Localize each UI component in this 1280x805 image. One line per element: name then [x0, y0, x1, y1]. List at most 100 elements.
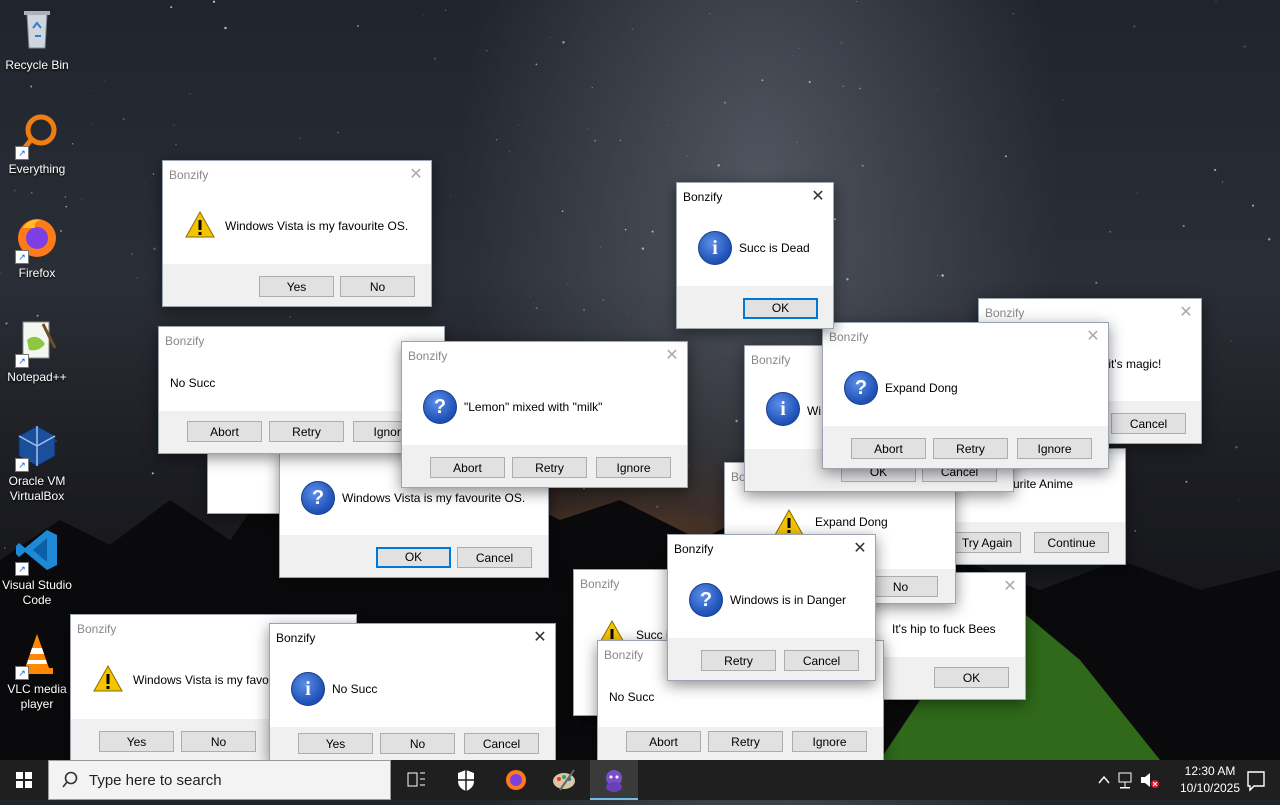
dialog-title: Bonzify [402, 342, 687, 370]
close-icon[interactable]: ✕ [657, 342, 687, 370]
network-icon[interactable] [1116, 760, 1138, 800]
taskbar-security-app[interactable] [442, 760, 490, 800]
volume-muted-icon[interactable] [1138, 760, 1160, 800]
notification-center-button[interactable] [1232, 760, 1280, 800]
shortcut-arrow-icon: ↗ [15, 354, 29, 368]
desktop-icon-everything[interactable]: ↗ Everything [0, 110, 74, 177]
dialog-message: Succ is Dead [739, 241, 810, 255]
try-again-button[interactable]: Try Again [953, 532, 1021, 553]
dialog-windows-danger[interactable]: Bonzify ✕ ? Windows is in Danger Retry C… [667, 534, 876, 681]
yes-button[interactable]: Yes [298, 733, 373, 754]
dialog-footer: Abort Retry Ignore [402, 445, 687, 487]
vlc-cone-icon: ↗ [13, 630, 61, 678]
chevron-up-icon[interactable] [1094, 760, 1114, 800]
dialog-message: Expand Dong [885, 381, 958, 395]
close-icon[interactable]: ✕ [803, 183, 833, 211]
desktop-icon-vlc[interactable]: ↗ VLC media player [0, 630, 74, 712]
dialog-succ-is-dead[interactable]: Bonzify ✕ i Succ is Dead OK [676, 182, 834, 329]
retry-button[interactable]: Retry [708, 731, 783, 752]
desktop-icon-notepadpp[interactable]: ↗ Notepad++ [0, 318, 74, 385]
ignore-button[interactable]: Ignore [1017, 438, 1092, 459]
dialog-message: Windows Vista is my favourite OS. [342, 491, 525, 505]
dialog-message: Wi [807, 404, 821, 418]
dialog-footer: OK Cancel [280, 535, 548, 577]
task-view-button[interactable] [392, 760, 440, 800]
dialog-message: It's hip to fuck Bees [892, 622, 996, 636]
continue-button[interactable]: Continue [1034, 532, 1109, 553]
abort-button[interactable]: Abort [626, 731, 701, 752]
cancel-button[interactable]: Cancel [1111, 413, 1186, 434]
dialog-footer: Yes No [163, 264, 431, 306]
dialog-hidden-fragment[interactable] [207, 450, 289, 514]
desktop-icon-firefox[interactable]: ↗ Firefox [0, 214, 74, 281]
shortcut-arrow-icon: ↗ [15, 250, 29, 264]
desktop-icon-label: Oracle VM VirtualBox [9, 474, 66, 503]
dialog-lemon-milk[interactable]: Bonzify ✕ ? "Lemon" mixed with "milk" Ab… [401, 341, 688, 488]
dialog-footer: Retry Cancel [668, 638, 875, 680]
retry-button[interactable]: Retry [269, 421, 344, 442]
dialog-message: No Succ [332, 682, 377, 696]
abort-button[interactable]: Abort [187, 421, 262, 442]
no-button[interactable]: No [181, 731, 256, 752]
dialog-expand-dong[interactable]: Bonzify ✕ ? Expand Dong Abort Retry Igno… [822, 322, 1109, 469]
close-icon[interactable]: ✕ [845, 535, 875, 563]
taskbar-firefox[interactable] [492, 760, 540, 800]
close-icon[interactable]: ✕ [525, 624, 555, 652]
ok-button[interactable]: OK [376, 547, 451, 568]
dialog-footer: Abort Retry Ignore [823, 426, 1108, 468]
retry-button[interactable]: Retry [933, 438, 1008, 459]
start-button[interactable] [0, 760, 48, 800]
desktop-icon-label: VLC media player [7, 682, 66, 711]
no-button[interactable]: No [380, 733, 455, 754]
taskbar-bonzify[interactable] [590, 760, 638, 800]
ignore-button[interactable]: Ignore [596, 457, 671, 478]
cancel-button[interactable]: Cancel [464, 733, 539, 754]
virtualbox-icon: ↗ [13, 422, 61, 470]
desktop-icon-label: Everything [9, 162, 66, 176]
desktop-icon-recycle-bin[interactable]: Recycle Bin [0, 6, 74, 73]
notification-icon [1232, 760, 1280, 800]
yes-button[interactable]: Yes [99, 731, 174, 752]
retry-button[interactable]: Retry [512, 457, 587, 478]
warning-icon [184, 209, 216, 241]
cancel-button[interactable]: Cancel [784, 650, 859, 671]
desktop-icon-virtualbox[interactable]: ↗ Oracle VM VirtualBox [0, 422, 74, 504]
yes-button[interactable]: Yes [259, 276, 334, 297]
desktop-icon-label: Notepad++ [7, 370, 66, 384]
close-icon[interactable]: ✕ [995, 573, 1025, 601]
ok-button[interactable]: OK [934, 667, 1009, 688]
desktop-icon-vscode[interactable]: ↗ Visual Studio Code [0, 526, 74, 608]
shortcut-arrow-icon: ↗ [15, 666, 29, 680]
warning-icon [92, 663, 124, 695]
close-icon[interactable]: ✕ [1171, 299, 1201, 327]
abort-button[interactable]: Abort [851, 438, 926, 459]
taskbar-search-box[interactable]: Type here to search [48, 760, 391, 800]
system-tray [1090, 760, 1160, 800]
no-button[interactable]: No [340, 276, 415, 297]
shield-icon [442, 760, 490, 800]
taskbar-paint[interactable] [540, 760, 588, 800]
retry-button[interactable]: Retry [701, 650, 776, 671]
dialog-title: Bonzify [163, 161, 431, 189]
question-icon: ? [301, 481, 335, 515]
close-icon[interactable]: ✕ [401, 161, 431, 189]
desktop-icon-label: Firefox [19, 266, 56, 280]
dialog-no-succ-info[interactable]: Bonzify ✕ i No Succ Yes No Cancel [269, 623, 556, 762]
shortcut-arrow-icon: ↗ [15, 562, 29, 576]
paint-palette-icon [540, 760, 588, 800]
vscode-icon: ↗ [13, 526, 61, 574]
shortcut-arrow-icon: ↗ [15, 458, 29, 472]
question-icon: ? [844, 371, 878, 405]
firefox-icon [492, 760, 540, 800]
close-icon[interactable]: ✕ [1078, 323, 1108, 351]
abort-button[interactable]: Abort [430, 457, 505, 478]
ignore-button[interactable]: Ignore [792, 731, 867, 752]
everything-search-icon: ↗ [13, 110, 61, 158]
notepadpp-icon: ↗ [13, 318, 61, 366]
desktop-icon-label: Visual Studio Code [2, 578, 72, 607]
ok-button[interactable]: OK [743, 298, 818, 319]
dialog-vista-warning[interactable]: Bonzify ✕ Windows Vista is my favourite … [162, 160, 432, 307]
cancel-button[interactable]: Cancel [457, 547, 532, 568]
dialog-message: Windows is in Danger [730, 593, 846, 607]
desktop-icon-label: Recycle Bin [5, 58, 68, 72]
